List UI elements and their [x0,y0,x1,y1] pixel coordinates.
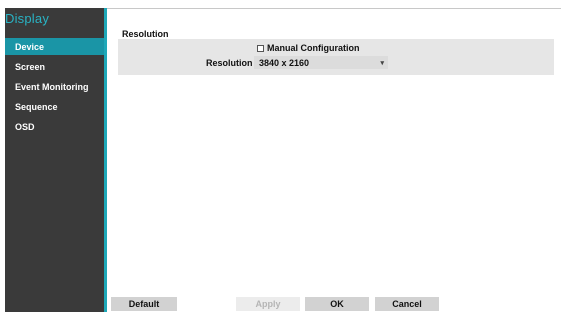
sidebar-title: Display [5,11,50,26]
sidebar-item-sequence[interactable]: Sequence [5,98,104,115]
manual-configuration-row[interactable]: Manual Configuration [257,42,360,54]
default-button[interactable]: Default [111,297,177,311]
ok-button[interactable]: OK [305,297,369,311]
chevron-down-icon: ▾ [380,60,384,67]
sidebar-item-event-monitoring[interactable]: Event Monitoring [5,78,104,95]
sidebar-item-screen[interactable]: Screen [5,58,104,75]
top-divider [107,8,561,9]
sidebar-item-osd[interactable]: OSD [5,118,104,135]
sidebar-accent-bar [104,8,107,312]
apply-button[interactable]: Apply [236,297,300,311]
resolution-label: Resolution [206,58,253,68]
sidebar-item-device[interactable]: Device [5,38,104,55]
manual-configuration-checkbox[interactable] [257,44,264,52]
cancel-button[interactable]: Cancel [375,297,439,311]
section-title: Resolution [122,29,169,39]
resolution-value: 3840 x 2160 [259,57,310,68]
manual-configuration-label: Manual Configuration [267,43,360,53]
resolution-select[interactable]: 3840 x 2160 ▾ [254,56,388,69]
